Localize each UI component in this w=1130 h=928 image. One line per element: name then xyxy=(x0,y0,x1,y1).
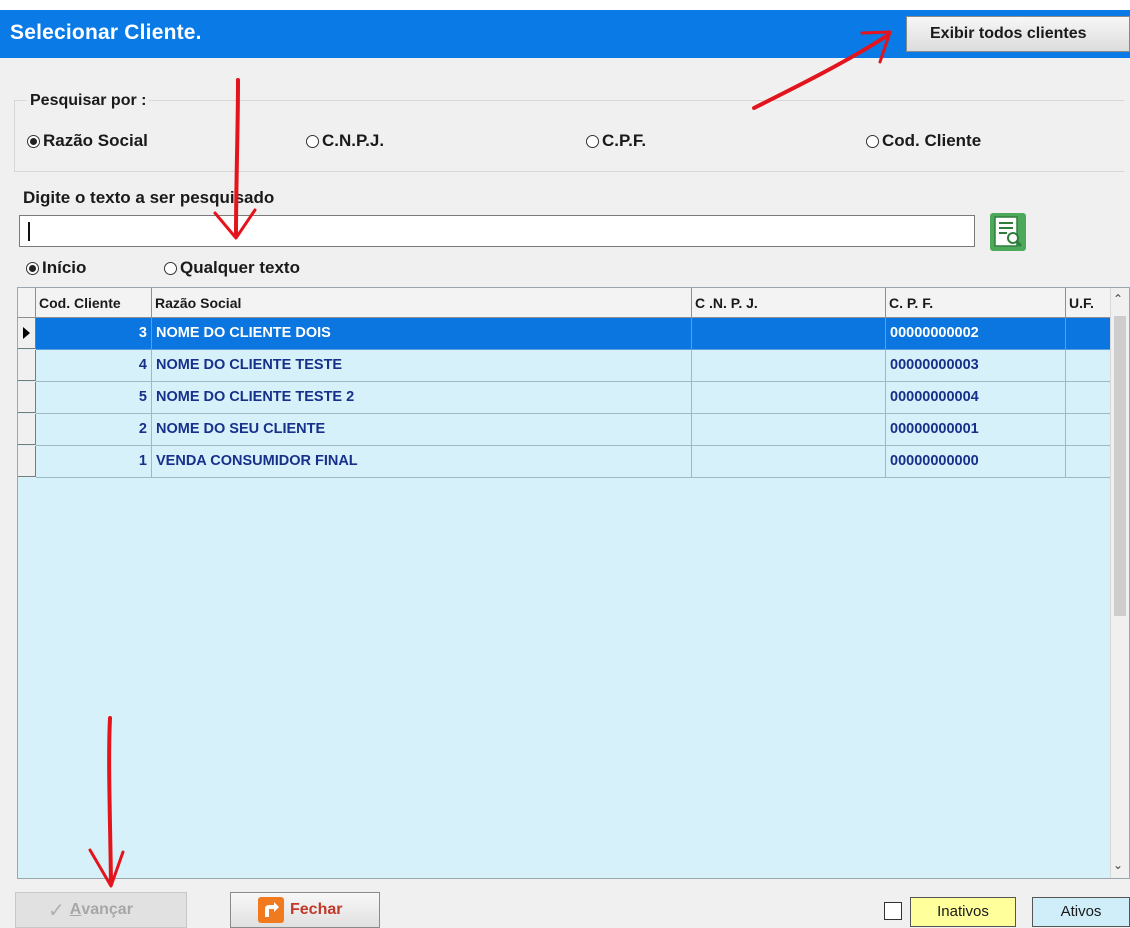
row-indicator xyxy=(18,446,36,477)
cell-cpf: 00000000001 xyxy=(886,414,1066,446)
scrollbar-thumb[interactable] xyxy=(1114,316,1126,616)
radio-label: Qualquer texto xyxy=(180,258,300,277)
cell-razao-social: NOME DO CLIENTE TESTE 2 xyxy=(152,382,692,414)
close-button[interactable]: Fechar xyxy=(230,892,380,928)
radio-inicio[interactable]: Início xyxy=(26,258,86,278)
show-all-clients-button[interactable]: Exibir todos clientes xyxy=(906,16,1130,52)
cell-uf xyxy=(1066,382,1113,414)
cell-cod-cliente: 3 xyxy=(36,318,152,350)
window-title: Selecionar Cliente. xyxy=(10,21,202,44)
column-header-uf[interactable]: U.F. xyxy=(1066,288,1113,318)
radio-dot-icon xyxy=(306,134,319,148)
vertical-scrollbar[interactable]: ⌃ ⌄ xyxy=(1110,288,1129,878)
radio-label: C.P.F. xyxy=(602,131,647,150)
radio-label: Cod. Cliente xyxy=(882,131,982,150)
scroll-down-icon[interactable]: ⌄ xyxy=(1113,858,1123,872)
cell-cnpj xyxy=(692,446,886,478)
cell-uf xyxy=(1066,350,1113,382)
radio-label: C.N.P.J. xyxy=(322,131,385,150)
column-header-cod-cliente[interactable]: Cod. Cliente xyxy=(36,288,152,318)
radio-cpf[interactable]: C.P.F. xyxy=(586,131,646,151)
title-bar: Selecionar Cliente. Exibir todos cliente… xyxy=(0,10,1130,58)
radio-dot-icon xyxy=(27,134,40,148)
current-row-icon xyxy=(23,327,30,339)
search-button[interactable] xyxy=(989,212,1027,252)
radio-dot-icon xyxy=(164,261,177,275)
cell-cpf: 00000000003 xyxy=(886,350,1066,382)
inactive-badge[interactable]: Inativos xyxy=(910,897,1016,927)
scroll-up-icon[interactable]: ⌃ xyxy=(1113,292,1123,306)
radio-dot-icon xyxy=(586,134,599,148)
cell-cnpj xyxy=(692,414,886,446)
cell-cnpj xyxy=(692,350,886,382)
radio-cnpj[interactable]: C.N.P.J. xyxy=(306,131,384,151)
column-header-cnpj[interactable]: C .N. P. J. xyxy=(692,288,886,318)
cell-cod-cliente: 4 xyxy=(36,350,152,382)
cell-cpf: 00000000000 xyxy=(886,446,1066,478)
advance-label-accel: A xyxy=(69,901,82,918)
row-indicator xyxy=(18,318,36,349)
cell-cod-cliente: 5 xyxy=(36,382,152,414)
radio-dot-icon xyxy=(866,134,879,148)
radio-cod-cliente[interactable]: Cod. Cliente xyxy=(866,131,981,151)
cell-razao-social: NOME DO CLIENTE TESTE xyxy=(152,350,692,382)
column-header-cpf[interactable]: C. P. F. xyxy=(886,288,1066,318)
cell-cod-cliente: 2 xyxy=(36,414,152,446)
radio-label: Razão Social xyxy=(43,131,148,150)
cell-cpf: 00000000004 xyxy=(886,382,1066,414)
search-input[interactable] xyxy=(19,215,975,247)
search-document-icon xyxy=(990,213,1026,251)
cell-cpf: 00000000002 xyxy=(886,318,1066,350)
search-label: Digite o texto a ser pesquisado xyxy=(23,188,275,207)
cell-cnpj xyxy=(692,382,886,414)
advance-label: vançar xyxy=(81,901,133,918)
cell-uf xyxy=(1066,446,1113,478)
radio-label: Início xyxy=(42,258,87,277)
cell-razao-social: NOME DO SEU CLIENTE xyxy=(152,414,692,446)
check-icon: ✓ xyxy=(48,899,65,922)
row-indicator xyxy=(18,414,36,445)
top-strip xyxy=(0,0,1130,10)
text-caret xyxy=(28,222,30,241)
radio-razao-social[interactable]: Razão Social xyxy=(27,131,148,151)
cell-razao-social: VENDA CONSUMIDOR FINAL xyxy=(152,446,692,478)
cell-uf xyxy=(1066,318,1113,350)
cell-cod-cliente: 1 xyxy=(36,446,152,478)
clients-grid[interactable]: Cod. Cliente Razão Social C .N. P. J. C.… xyxy=(17,287,1130,879)
inactive-checkbox[interactable] xyxy=(884,902,902,920)
cell-cnpj xyxy=(692,318,886,350)
cell-uf xyxy=(1066,414,1113,446)
active-badge[interactable]: Ativos xyxy=(1032,897,1130,927)
advance-button[interactable]: ✓ Avançar xyxy=(15,892,187,928)
radio-dot-icon xyxy=(26,261,39,275)
grid-corner xyxy=(18,288,36,318)
cell-razao-social: NOME DO CLIENTE DOIS xyxy=(152,318,692,350)
radio-qualquer-texto[interactable]: Qualquer texto xyxy=(164,258,300,278)
row-indicator xyxy=(18,350,36,381)
row-indicator xyxy=(18,382,36,413)
search-by-legend: Pesquisar por : xyxy=(27,92,150,110)
close-label: Fechar xyxy=(290,901,343,918)
column-header-razao-social[interactable]: Razão Social xyxy=(152,288,692,318)
exit-arrow-icon xyxy=(258,897,284,923)
